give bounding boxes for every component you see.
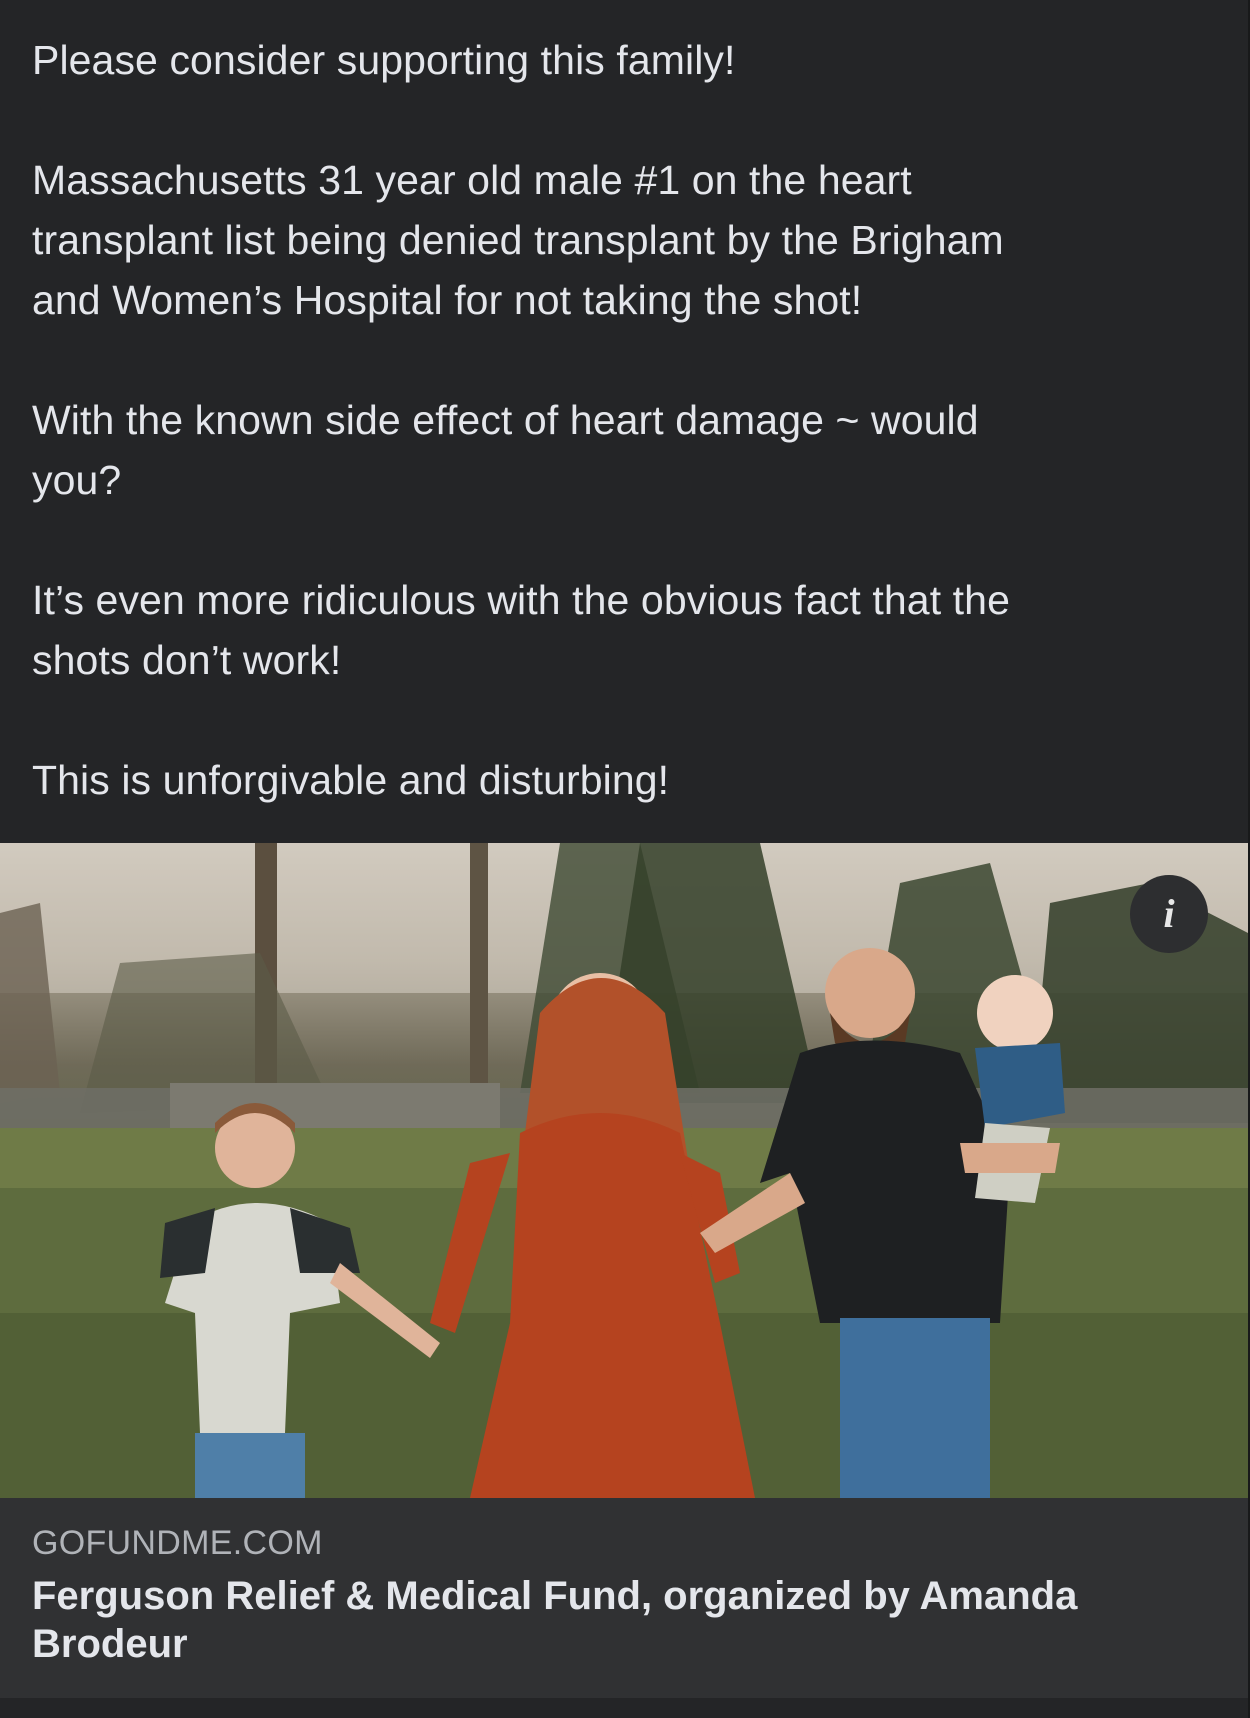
family-photo xyxy=(0,843,1248,1498)
post-paragraph: With the known side effect of heart dama… xyxy=(32,397,979,503)
feed-post: Please consider supporting this family! … xyxy=(0,0,1248,1718)
post-paragraph: Please consider supporting this family! xyxy=(32,37,736,83)
post-message: Please consider supporting this family! … xyxy=(0,0,1248,813)
info-button[interactable]: i xyxy=(1130,875,1208,953)
link-preview-card[interactable]: i GOFUNDME.COM Ferguson Relief & Medical… xyxy=(0,843,1248,1718)
post-paragraph: This is unforgivable and disturbing! xyxy=(32,757,670,803)
link-preview-meta[interactable]: GOFUNDME.COM Ferguson Relief & Medical F… xyxy=(0,1498,1248,1698)
post-paragraph: It’s even more ridiculous with the obvio… xyxy=(32,577,1010,683)
preview-image[interactable]: i xyxy=(0,843,1248,1498)
post-paragraph: Massachusetts 31 year old male #1 on the… xyxy=(32,157,1004,323)
link-domain: GOFUNDME.COM xyxy=(32,1524,323,1562)
info-icon: i xyxy=(1163,891,1175,936)
link-title[interactable]: Ferguson Relief & Medical Fund, organize… xyxy=(32,1572,1212,1668)
